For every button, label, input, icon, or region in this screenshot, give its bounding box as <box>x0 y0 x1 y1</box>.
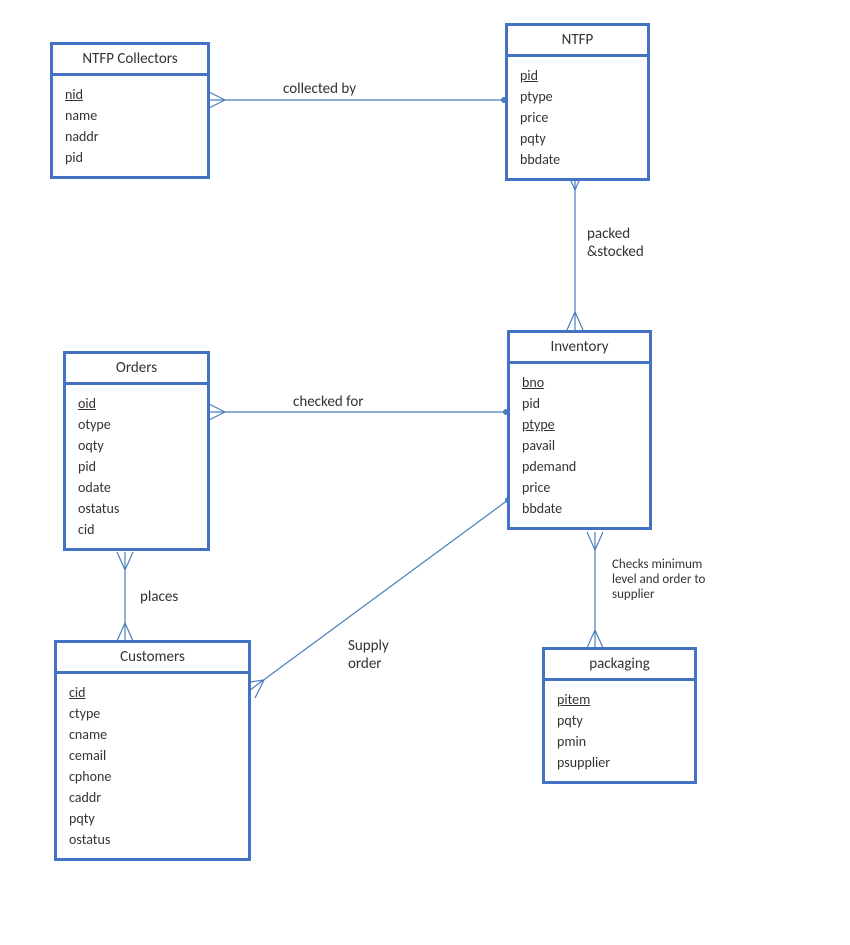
rel-checks-min: Checks minimum level and order to suppli… <box>612 557 705 602</box>
entity-title: packaging <box>545 650 694 681</box>
entity-title: Inventory <box>510 333 649 364</box>
entity-packaging: packaging pitem pqty pmin psupplier <box>542 647 697 784</box>
attr: bbdate <box>522 498 637 519</box>
attr: bno <box>522 372 637 393</box>
attr: cphone <box>69 766 236 787</box>
attr: ostatus <box>69 829 236 850</box>
entity-body: bno pid ptype pavail pdemand price bbdat… <box>510 364 649 527</box>
entity-title: NTFP Collectors <box>53 45 207 76</box>
attr: pmin <box>557 731 682 752</box>
rel-places: places <box>140 588 178 606</box>
entity-title: Orders <box>66 354 207 385</box>
attr: otype <box>78 414 195 435</box>
entity-orders: Orders oid otype oqty pid odate ostatus … <box>63 351 210 551</box>
attr: pid <box>520 65 635 86</box>
entity-ntfp: NTFP pid ptype price pqty bbdate <box>505 23 650 181</box>
attr: pdemand <box>522 456 637 477</box>
attr: ptype <box>520 86 635 107</box>
attr: pid <box>65 147 195 168</box>
attr: price <box>520 107 635 128</box>
rel-supply-order: Supply order <box>348 637 389 673</box>
attr: pid <box>522 393 637 414</box>
entity-body: cid ctype cname cemail cphone caddr pqty… <box>57 674 248 858</box>
entity-body: oid otype oqty pid odate ostatus cid <box>66 385 207 548</box>
attr: ctype <box>69 703 236 724</box>
attr: ptype <box>522 414 637 435</box>
attr: ostatus <box>78 498 195 519</box>
attr: caddr <box>69 787 236 808</box>
entity-body: pid ptype price pqty bbdate <box>508 57 647 178</box>
entity-customers: Customers cid ctype cname cemail cphone … <box>54 640 251 861</box>
attr: cemail <box>69 745 236 766</box>
attr: pqty <box>69 808 236 829</box>
entity-body: nid name naddr pid <box>53 76 207 176</box>
attr: naddr <box>65 126 195 147</box>
attr: nid <box>65 84 195 105</box>
attr: pid <box>78 456 195 477</box>
entity-body: pitem pqty pmin psupplier <box>545 681 694 781</box>
rel-packed-stocked: packed &stocked <box>587 225 644 261</box>
entity-title: Customers <box>57 643 248 674</box>
attr: cid <box>78 519 195 540</box>
entity-inventory: Inventory bno pid ptype pavail pdemand p… <box>507 330 652 530</box>
attr: name <box>65 105 195 126</box>
attr: psupplier <box>557 752 682 773</box>
attr: odate <box>78 477 195 498</box>
entity-ntfp-collectors: NTFP Collectors nid name naddr pid <box>50 42 210 179</box>
attr: price <box>522 477 637 498</box>
attr: pitem <box>557 689 682 710</box>
attr: cname <box>69 724 236 745</box>
rel-collected-by: collected by <box>283 80 356 98</box>
rel-checked-for: checked for <box>293 393 364 411</box>
entity-title: NTFP <box>508 26 647 57</box>
attr: bbdate <box>520 149 635 170</box>
attr: pqty <box>520 128 635 149</box>
attr: oqty <box>78 435 195 456</box>
attr: pavail <box>522 435 637 456</box>
attr: pqty <box>557 710 682 731</box>
attr: cid <box>69 682 236 703</box>
attr: oid <box>78 393 195 414</box>
